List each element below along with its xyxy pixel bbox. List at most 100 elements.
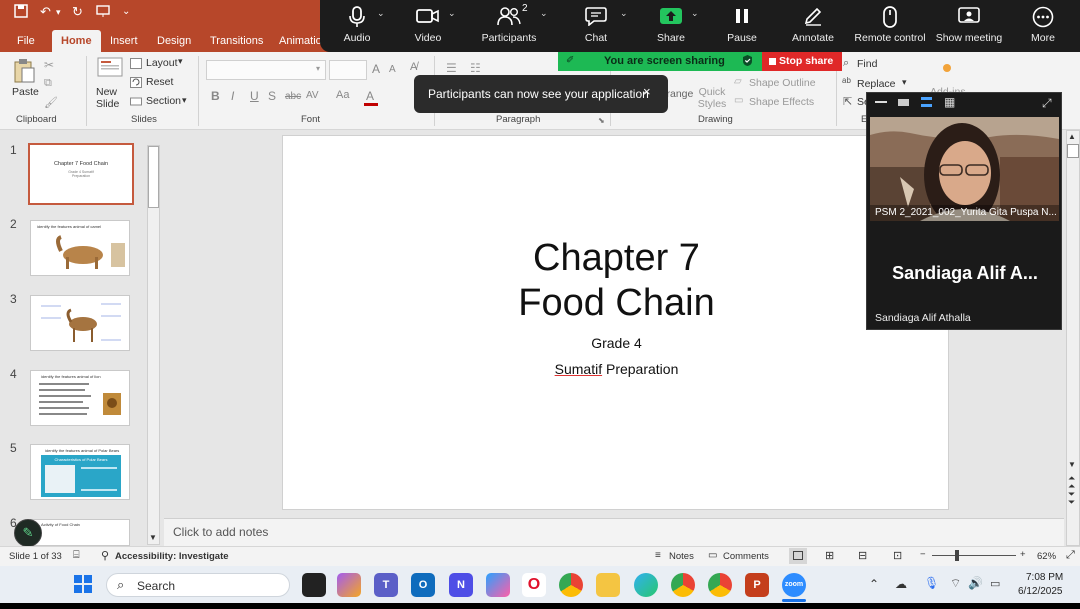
- shape-effects-button[interactable]: Shape Effects: [749, 96, 814, 108]
- slide-thumbnail-6[interactable]: Activity of Food Chain: [30, 519, 130, 546]
- reading-view-icon[interactable]: ⊟: [858, 549, 867, 562]
- comments-button[interactable]: Comments: [723, 551, 769, 562]
- powerpoint-icon[interactable]: P: [745, 573, 769, 597]
- zoom-out-button[interactable]: −: [920, 549, 926, 560]
- notes-pane[interactable]: Click to add notes: [164, 518, 1064, 546]
- reset-icon[interactable]: [130, 77, 142, 91]
- character-spacing-button[interactable]: AV: [306, 90, 319, 101]
- volume-icon[interactable]: 🔊: [968, 576, 983, 590]
- bold-button[interactable]: B: [211, 89, 220, 103]
- slide-thumbnail-5[interactable]: identify the features animal of Polar Be…: [30, 444, 130, 500]
- scroll-down-arrow-icon[interactable]: ▼: [149, 533, 157, 542]
- quick-styles-button[interactable]: Quick Styles: [696, 86, 728, 110]
- slide-subtitle-preparation[interactable]: Sumatif Preparation: [283, 361, 950, 377]
- accessibility-status[interactable]: Accessibility: Investigate: [115, 551, 229, 562]
- font-color-button[interactable]: A: [366, 89, 374, 103]
- annotate-button[interactable]: Annotate: [774, 6, 852, 50]
- shape-outline-button[interactable]: Shape Outline: [749, 77, 816, 89]
- underline-button[interactable]: U: [250, 89, 259, 103]
- copilot-icon[interactable]: [337, 573, 361, 597]
- format-painter-icon[interactable]: 🖌: [44, 96, 58, 109]
- clear-formatting-icon[interactable]: A̸: [410, 61, 417, 73]
- zoom-slider-thumb[interactable]: [955, 550, 959, 561]
- slide-title[interactable]: Chapter 7 Food Chain: [283, 236, 950, 326]
- edge-icon[interactable]: [634, 573, 658, 597]
- slide-thumbnail-2[interactable]: identify the features animal of camel: [30, 220, 130, 276]
- task-view-icon[interactable]: [302, 573, 326, 597]
- increase-font-size-button[interactable]: A: [372, 62, 380, 76]
- chevron-down-icon[interactable]: ⌄: [620, 8, 628, 19]
- more-button[interactable]: More: [1004, 6, 1080, 50]
- microphone-icon[interactable]: 🎙: [924, 576, 939, 590]
- zoom-in-button[interactable]: +: [1020, 549, 1026, 560]
- notes-icon[interactable]: ≡: [655, 550, 661, 561]
- tab-file[interactable]: File: [8, 30, 44, 52]
- close-icon[interactable]: ×: [643, 84, 651, 99]
- new-slide-icon[interactable]: [96, 56, 124, 85]
- expand-icon[interactable]: ⤢: [1042, 96, 1052, 111]
- participants-button[interactable]: Participants: [470, 6, 548, 50]
- font-name-input[interactable]: [206, 60, 326, 80]
- pin-icon[interactable]: ✐: [566, 55, 574, 66]
- previous-slide-icon[interactable]: ⏶ ⏶: [1068, 474, 1075, 491]
- layout-icon[interactable]: [130, 58, 142, 72]
- clock-time[interactable]: 7:08 PM: [1026, 572, 1063, 583]
- cut-icon[interactable]: ✂: [44, 58, 54, 72]
- comments-icon[interactable]: ▭: [708, 550, 717, 561]
- tab-design[interactable]: Design: [148, 30, 200, 52]
- copy-icon[interactable]: ⧉: [44, 77, 52, 90]
- windows-start-icon[interactable]: [73, 574, 93, 597]
- app-icon[interactable]: N: [449, 573, 473, 597]
- slideshow-icon[interactable]: ⊡: [893, 549, 902, 562]
- slide-thumbnail-1[interactable]: Chapter 7 Food Chain Grade 4 Sumatif Pre…: [28, 143, 134, 205]
- replace-icon[interactable]: ab: [842, 76, 851, 85]
- undo-icon[interactable]: ↶: [40, 4, 51, 20]
- slide-sorter-icon[interactable]: ⊞: [825, 549, 834, 562]
- tab-transitions[interactable]: Transitions: [201, 30, 272, 52]
- chevron-down-icon[interactable]: ⌄: [691, 8, 699, 19]
- reset-button[interactable]: Reset: [146, 76, 173, 88]
- slide-canvas[interactable]: Chapter 7 Food Chain Grade 4 Sumatif Pre…: [282, 135, 949, 510]
- speaker-view-icon[interactable]: [921, 97, 932, 107]
- font-name-dropdown-icon[interactable]: ▾: [316, 64, 320, 73]
- outlook-icon[interactable]: O: [411, 573, 435, 597]
- paste-icon[interactable]: [12, 58, 36, 87]
- remote-control-button[interactable]: Remote control: [848, 6, 932, 50]
- layout-dropdown-icon[interactable]: ▾: [178, 56, 183, 67]
- slide-counter[interactable]: Slide 1 of 33: [9, 551, 62, 562]
- pause-button[interactable]: Pause: [703, 6, 781, 50]
- chrome-profile-icon[interactable]: [671, 573, 695, 597]
- chevron-down-icon[interactable]: ⌄: [377, 8, 385, 19]
- replace-dropdown-icon[interactable]: ▾: [902, 77, 907, 88]
- section-dropdown-icon[interactable]: ▾: [182, 95, 187, 106]
- slide-scroll-thumb[interactable]: [1067, 144, 1079, 158]
- section-button[interactable]: Section: [146, 95, 181, 107]
- chevron-up-icon[interactable]: ⌃: [869, 577, 879, 591]
- chevron-down-icon[interactable]: ⌄: [448, 8, 456, 19]
- cloud-icon[interactable]: ☁: [895, 577, 907, 591]
- replace-button[interactable]: Replace: [857, 78, 896, 90]
- redo-icon[interactable]: ↻: [72, 4, 83, 20]
- stop-share-button[interactable]: Stop share: [762, 52, 842, 71]
- undo-dropdown-icon[interactable]: ▾: [56, 7, 61, 18]
- zoom-app-icon[interactable]: zoom: [782, 573, 806, 597]
- teams-icon[interactable]: T: [374, 573, 398, 597]
- normal-view-button[interactable]: [789, 548, 807, 564]
- thumbnail-scroll-thumb[interactable]: [148, 146, 159, 208]
- slide-thumbnail-3[interactable]: [30, 295, 130, 351]
- participant-video-tile[interactable]: PSM 2_2021_002_Yurita Gita Puspa N...: [870, 117, 1059, 221]
- zoom-annotate-floating-button[interactable]: ✎: [14, 519, 42, 547]
- tab-insert[interactable]: Insert: [101, 30, 147, 52]
- numbering-icon[interactable]: ☷: [470, 61, 481, 75]
- chevron-down-icon[interactable]: ⌄: [540, 8, 548, 19]
- taskbar-search-box[interactable]: ⌕ Search: [106, 573, 290, 597]
- slide-thumbnail-4[interactable]: identify the features animal of lion: [30, 370, 130, 426]
- paste-button[interactable]: Paste: [12, 86, 39, 98]
- m365-icon[interactable]: [486, 573, 510, 597]
- clock-date[interactable]: 6/12/2025: [1018, 586, 1063, 597]
- notes-button[interactable]: Notes: [669, 551, 694, 562]
- italic-button[interactable]: I: [231, 89, 234, 103]
- select-icon[interactable]: ⇱: [843, 95, 852, 108]
- next-slide-icon[interactable]: ⏷ ⏷: [1068, 490, 1075, 507]
- scroll-up-arrow-icon[interactable]: ▲: [1068, 132, 1076, 141]
